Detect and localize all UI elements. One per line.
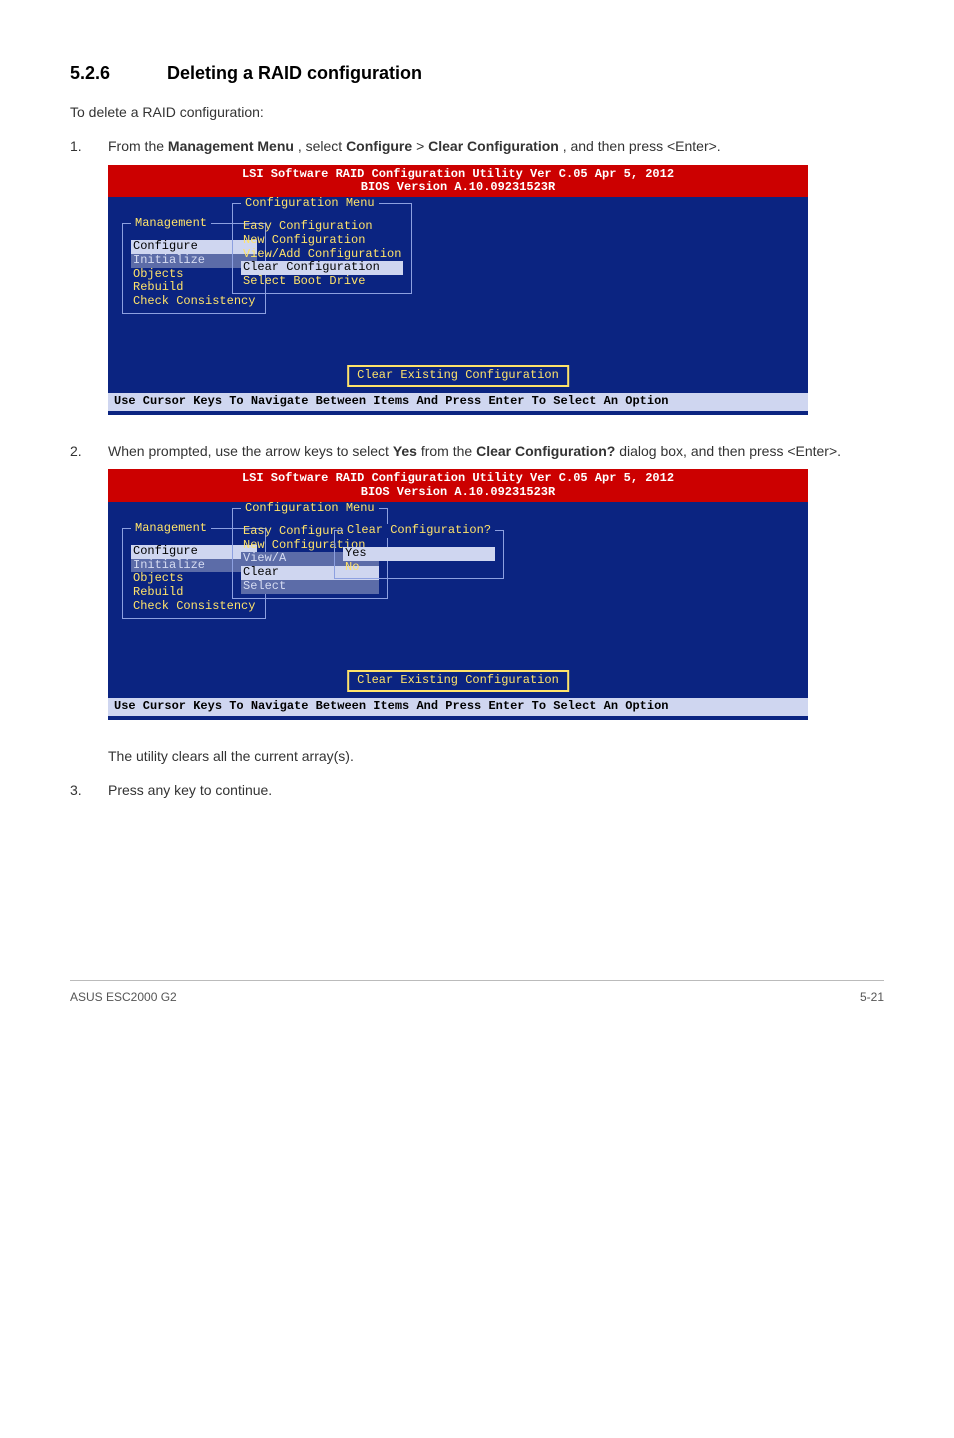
menu-item: Clear Configuration — [428, 138, 559, 154]
footer-right: 5-21 — [860, 989, 884, 1006]
option-yes: Yes — [393, 443, 417, 459]
text: When prompted, use the arrow keys to sel… — [108, 443, 393, 459]
menu-item-check-consistency[interactable]: Check Consistency — [131, 295, 257, 309]
text: From the — [108, 138, 168, 154]
menu-item-view-add-config[interactable]: View/Add Configuration — [241, 248, 403, 262]
bios-screenshot-2: LSI Software RAID Configuration Utility … — [108, 469, 884, 719]
box-title: Configuration Menu — [241, 197, 379, 211]
menu-item-clear-config[interactable]: Clear Configuration — [241, 261, 403, 275]
menu-item-new-config[interactable]: New Configuration — [241, 234, 403, 248]
text: from the — [421, 443, 476, 459]
footer-left: ASUS ESC2000 G2 — [70, 989, 177, 1006]
step-number: 2. — [70, 441, 108, 461]
status-message: Clear Existing Configuration — [347, 670, 569, 692]
step-1: 1. From the Management Menu , select Con… — [70, 136, 884, 156]
bios-footer: Use Cursor Keys To Navigate Between Item… — [108, 698, 808, 716]
step-3: 3. Press any key to continue. — [70, 780, 884, 800]
step-body: From the Management Menu , select Config… — [108, 136, 884, 156]
text: > — [416, 138, 428, 154]
step-number: 1. — [70, 136, 108, 156]
box-title: Management — [131, 522, 211, 536]
conclusion-text: The utility clears all the current array… — [108, 746, 884, 766]
menu-item-easy-config[interactable]: Easy Configuration — [241, 220, 403, 234]
menu-item: Configure — [346, 138, 412, 154]
step-2: 2. When prompted, use the arrow keys to … — [70, 441, 884, 461]
box-title: Configuration Menu — [241, 502, 379, 516]
bios-header-line1: LSI Software RAID Configuration Utility … — [242, 471, 674, 485]
text: , select — [298, 138, 346, 154]
bios-header: LSI Software RAID Configuration Utility … — [108, 165, 808, 198]
section-number: 5.2.6 — [70, 60, 162, 86]
menu-item-check-consistency[interactable]: Check Consistency — [131, 600, 257, 614]
bios-header-line1: LSI Software RAID Configuration Utility … — [242, 167, 674, 181]
section-heading: 5.2.6 Deleting a RAID configuration — [70, 60, 884, 86]
option-yes[interactable]: Yes — [343, 547, 495, 561]
step-body: Press any key to continue. — [108, 780, 884, 800]
bios-footer: Use Cursor Keys To Navigate Between Item… — [108, 393, 808, 411]
clear-configuration-dialog: Clear Configuration? Yes No — [334, 530, 504, 579]
intro-text: To delete a RAID configuration: — [70, 102, 884, 122]
text: dialog box, and then press <Enter>. — [619, 443, 841, 459]
bios-header-line2: BIOS Version A.10.09231523R — [108, 181, 808, 195]
status-message: Clear Existing Configuration — [347, 365, 569, 387]
page-footer: ASUS ESC2000 G2 5-21 — [70, 980, 884, 1006]
menu-name: Management Menu — [168, 138, 294, 154]
step-body: When prompted, use the arrow keys to sel… — [108, 441, 884, 461]
configuration-menu-box: Configuration Menu Easy Configuration Ne… — [232, 203, 412, 294]
section-title: Deleting a RAID configuration — [167, 63, 422, 83]
bios-header-line2: BIOS Version A.10.09231523R — [108, 486, 808, 500]
box-title: Management — [131, 217, 211, 231]
menu-item-select-boot-drive[interactable]: Select Boot Drive — [241, 275, 403, 289]
bios-header: LSI Software RAID Configuration Utility … — [108, 469, 808, 502]
step-number: 3. — [70, 780, 108, 800]
dialog-name: Clear Configuration? — [476, 443, 615, 459]
menu-item-select-truncated[interactable]: Select — [241, 580, 379, 594]
bios-screenshot-1: LSI Software RAID Configuration Utility … — [108, 165, 884, 415]
text: , and then press <Enter>. — [563, 138, 721, 154]
box-title: Clear Configuration? — [343, 524, 495, 538]
option-no[interactable]: No — [343, 561, 495, 575]
